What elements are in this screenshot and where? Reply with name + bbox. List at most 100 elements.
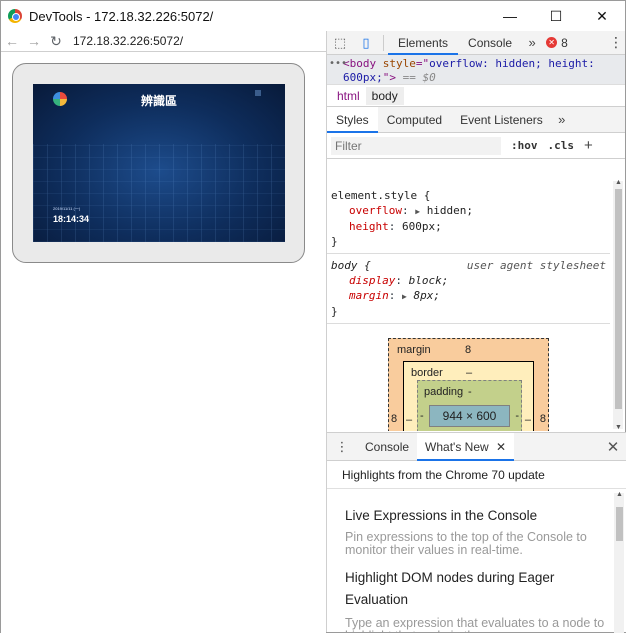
property-colon: :: [395, 274, 409, 287]
property-name[interactable]: overflow: [349, 204, 402, 217]
news-item-title[interactable]: Highlight DOM nodes during Eager Evaluat…: [345, 567, 610, 611]
attr-name: style: [382, 57, 416, 70]
more-subtabs-icon[interactable]: »: [552, 112, 572, 127]
news-scrollbar[interactable]: ▲: [614, 491, 624, 633]
property-colon: :: [388, 220, 402, 233]
style-property: display: block;: [331, 273, 606, 288]
drawer-tab-label: What's New: [425, 439, 489, 454]
scrollbar-thumb[interactable]: [615, 189, 622, 409]
drawer-menu-icon[interactable]: ⋮: [327, 439, 357, 455]
error-icon: ✕: [546, 37, 558, 48]
border-label: border: [411, 367, 443, 379]
drawer-tabs: ⋮ Console What's New ✕ ✕: [327, 432, 626, 461]
scroll-up-icon[interactable]: ▲: [616, 491, 623, 498]
box-model-diagram: margin 8 8 8 border – – – padding - - -: [327, 324, 610, 431]
window-title: DevTools - 172.18.32.226:5072/: [29, 8, 214, 24]
box-model-border[interactable]: border – – – padding - - - – 944 × 600: [403, 361, 534, 431]
style-property[interactable]: overflow: ▶ hidden;: [331, 203, 606, 219]
dom-tree-selected-node[interactable]: ••• <body style="overflow: hidden; heigh…: [327, 55, 625, 85]
ellipsis-icon: •••: [329, 58, 348, 69]
property-value[interactable]: hidden;: [427, 204, 473, 217]
scroll-up-icon[interactable]: ▲: [615, 179, 622, 186]
drawer-tab-whats-new[interactable]: What's New ✕: [417, 432, 515, 461]
close-button[interactable]: ✕: [579, 1, 625, 31]
maximize-button[interactable]: ☐: [533, 1, 579, 31]
border-right-value[interactable]: –: [525, 414, 531, 426]
device-frame: 辨識區 2019/11/11 (一) 18:14:34: [12, 63, 305, 263]
error-count: 8: [561, 35, 568, 50]
attr-eq: =": [415, 57, 430, 70]
tab-event-listeners[interactable]: Event Listeners: [451, 107, 552, 133]
cls-toggle[interactable]: .cls: [548, 139, 575, 152]
box-model-margin[interactable]: margin 8 8 8 border – – – padding - - -: [388, 338, 549, 431]
property-name: margin: [349, 289, 389, 302]
property-value: 8px;: [413, 289, 440, 302]
devtools-window: DevTools - 172.18.32.226:5072/ — ☐ ✕ ← →…: [0, 0, 626, 633]
padding-left-value[interactable]: -: [420, 410, 424, 422]
scrollbar-thumb[interactable]: [616, 507, 623, 541]
expand-triangle-icon[interactable]: ▶: [415, 207, 420, 216]
inspect-element-icon[interactable]: ⬚: [327, 35, 353, 51]
whats-new-header: Highlights from the Chrome 70 update: [327, 461, 626, 489]
styles-scrollbar[interactable]: ▲ ▼: [613, 179, 623, 431]
tab-elements[interactable]: Elements: [388, 31, 459, 55]
minimize-button[interactable]: —: [487, 1, 533, 31]
title-bar: DevTools - 172.18.32.226:5072/ — ☐ ✕: [1, 1, 625, 31]
rule-source: user agent stylesheet: [466, 259, 606, 272]
more-tabs-icon[interactable]: »: [522, 35, 542, 50]
padding-right-value[interactable]: -: [515, 410, 519, 422]
screen-time: 18:14:34: [53, 214, 90, 224]
padding-top-value[interactable]: -: [468, 386, 472, 398]
screen-title: 辨識區: [140, 94, 177, 108]
style-property[interactable]: height: 600px;: [331, 219, 606, 234]
expand-triangle-icon[interactable]: ▶: [402, 292, 407, 301]
margin-left-value[interactable]: 8: [391, 413, 397, 425]
device-toolbar-icon[interactable]: ▯: [353, 35, 379, 51]
tab-computed[interactable]: Computed: [378, 107, 451, 133]
devtools-drawer: ⋮ Console What's New ✕ ✕ Highlights from…: [327, 432, 626, 633]
rule-selector[interactable]: element.style {: [331, 188, 606, 203]
property-value[interactable]: 600px;: [402, 220, 442, 233]
tag-open: <body: [343, 57, 383, 70]
error-badge[interactable]: ✕ 8: [546, 36, 568, 50]
styles-subtabs: Styles Computed Event Listeners »: [327, 106, 625, 133]
reload-icon[interactable]: ↻: [45, 33, 67, 50]
tab-styles[interactable]: Styles: [327, 106, 378, 133]
margin-top-value[interactable]: 8: [465, 344, 471, 356]
close-drawer-icon[interactable]: ✕: [600, 438, 626, 456]
back-arrow-icon[interactable]: ←: [1, 33, 23, 49]
box-model-padding[interactable]: padding - - - – 944 × 600: [417, 380, 522, 431]
border-left-value[interactable]: –: [406, 414, 412, 426]
scroll-down-icon[interactable]: ▼: [615, 424, 622, 431]
forward-arrow-icon[interactable]: →: [23, 33, 45, 49]
rule-close: }: [331, 235, 338, 248]
box-model-content[interactable]: 944 × 600: [429, 405, 510, 427]
margin-right-value[interactable]: 8: [540, 413, 546, 425]
hov-toggle[interactable]: :hov: [511, 139, 538, 152]
background-decoration: [33, 144, 285, 242]
property-value: block;: [408, 274, 449, 287]
styles-filter-input[interactable]: [331, 136, 501, 155]
devtools-panel: ⬚ ▯ Elements Console » ✕ 8 ⋮ ••• <body s…: [326, 31, 626, 633]
corner-indicator: [255, 90, 261, 96]
window-controls: — ☐ ✕: [487, 1, 625, 31]
url-field[interactable]: 172.18.32.226:5072/: [73, 34, 183, 48]
padding-label: padding: [424, 386, 464, 398]
breadcrumb-body[interactable]: body: [365, 86, 404, 105]
styles-pane: element.style { overflow: ▶ hidden; heig…: [327, 184, 610, 431]
property-name: display: [349, 274, 396, 287]
border-top-value[interactable]: –: [466, 367, 472, 379]
devtools-menu-icon[interactable]: ⋮: [607, 34, 625, 51]
drawer-tab-console[interactable]: Console: [357, 433, 417, 461]
page-viewport: 辨識區 2019/11/11 (一) 18:14:34: [1, 53, 326, 633]
console-ref-marker: == $0: [396, 71, 436, 84]
new-style-rule-button[interactable]: +: [584, 137, 593, 154]
address-bar: ← → ↻ 172.18.32.226:5072/: [1, 31, 326, 52]
close-tab-icon[interactable]: ✕: [496, 440, 506, 454]
breadcrumb-html[interactable]: html: [331, 87, 366, 105]
news-item-title[interactable]: Live Expressions in the Console: [345, 507, 610, 525]
style-rule-element: element.style { overflow: ▶ hidden; heig…: [327, 184, 610, 254]
chrome-logo-icon: [8, 9, 22, 23]
property-name[interactable]: height: [349, 220, 389, 233]
tab-console[interactable]: Console: [458, 31, 522, 55]
